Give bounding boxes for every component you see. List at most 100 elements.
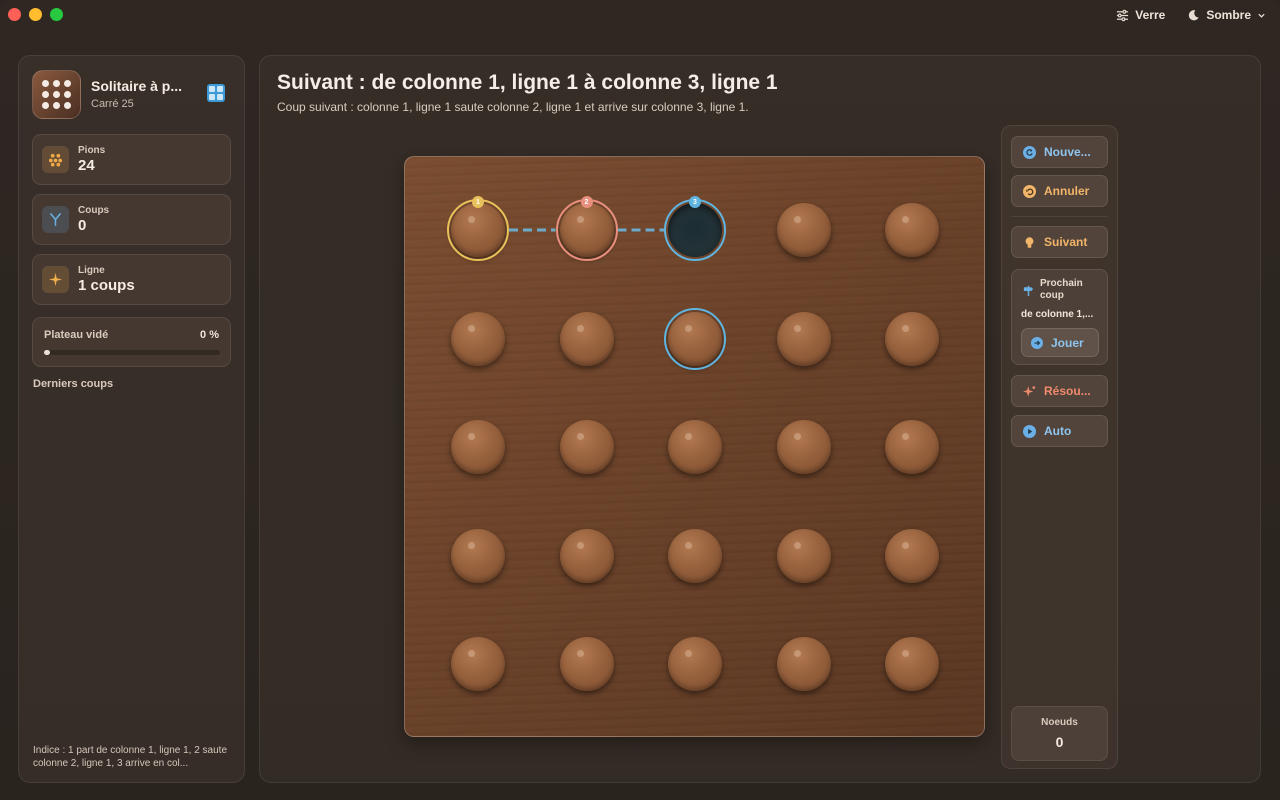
board-hole[interactable] — [556, 525, 618, 587]
board-hole[interactable]: 2 — [555, 196, 618, 261]
board-hole[interactable]: 3 — [664, 196, 726, 261]
next-move-card: Prochain coup de colonne 1,... Jouer — [1011, 269, 1108, 365]
window-controls — [8, 8, 63, 21]
peg[interactable] — [776, 420, 831, 474]
minimize-window-button[interactable] — [29, 8, 42, 21]
board-hole[interactable] — [447, 416, 509, 478]
board-hole[interactable] — [881, 525, 943, 587]
peg[interactable] — [885, 311, 939, 366]
peg[interactable] — [776, 311, 831, 366]
board-hole[interactable] — [773, 525, 835, 587]
step-badge: 2 — [580, 196, 593, 208]
board-hole[interactable] — [881, 199, 943, 261]
page-title: Suivant : de colonne 1, ligne 1 à colonn… — [277, 71, 778, 94]
sparkle-icon — [42, 266, 69, 293]
new-game-button[interactable]: Nouve... — [1011, 136, 1108, 168]
app-logo-icon — [32, 69, 81, 119]
lightbulb-icon — [1023, 236, 1036, 249]
nodes-label: Noeuds — [1041, 717, 1078, 728]
nodes-counter: Noeuds 0 — [1011, 706, 1108, 761]
peg[interactable] — [451, 528, 505, 583]
board-hole[interactable] — [773, 199, 835, 261]
peg[interactable] — [668, 420, 722, 474]
peg[interactable] — [559, 637, 614, 691]
stat-card-pegs: Pions 24 — [32, 134, 231, 185]
peg[interactable] — [451, 311, 505, 366]
board-hole[interactable] — [447, 525, 509, 587]
stat-card-moves: Coups 0 — [32, 194, 231, 245]
board-picker-button[interactable] — [207, 84, 225, 102]
peg[interactable] — [559, 311, 614, 366]
peg[interactable] — [885, 203, 939, 257]
auto-play-button[interactable]: Auto — [1011, 415, 1108, 447]
controls-panel: Nouve... Annuler Suivant Prochain coup d… — [1001, 125, 1118, 769]
peg[interactable] — [451, 420, 505, 474]
moon-icon — [1189, 9, 1199, 20]
glass-style-button[interactable]: Verre — [1112, 6, 1169, 24]
peg[interactable] — [885, 420, 939, 474]
peg[interactable] — [776, 637, 831, 691]
game-board[interactable]: 1 2 3 — [404, 156, 985, 737]
board-hole[interactable] — [664, 307, 726, 370]
page-subtitle: Coup suivant : colonne 1, ligne 1 saute … — [277, 100, 749, 114]
board-hole[interactable] — [556, 308, 618, 370]
signpost-icon — [1023, 285, 1034, 297]
board-hole[interactable] — [664, 633, 726, 695]
peg[interactable] — [451, 637, 505, 691]
stat-value: 1 coups — [78, 277, 135, 294]
recent-moves-title: Derniers coups — [33, 378, 114, 390]
peg[interactable] — [885, 637, 939, 691]
board-hole[interactable] — [664, 416, 726, 478]
sidebar: Solitaire à p... Carré 25 Pions 24 Coups… — [18, 55, 245, 783]
board-hole[interactable] — [881, 633, 943, 695]
board-hole[interactable]: 1 — [447, 196, 509, 261]
stat-card-line: Ligne 1 coups — [32, 254, 231, 305]
board-hole[interactable] — [556, 633, 618, 695]
button-label: Suivant — [1044, 235, 1088, 249]
stat-label: Ligne — [78, 265, 105, 276]
peg[interactable] — [559, 420, 614, 474]
divider — [1011, 216, 1108, 217]
play-move-button[interactable]: Jouer — [1021, 328, 1099, 357]
stat-value: 24 — [78, 157, 95, 174]
board-hole[interactable] — [447, 633, 509, 695]
stat-value: 0 — [78, 217, 87, 234]
peg[interactable] — [776, 528, 831, 583]
undo-button[interactable]: Annuler — [1011, 175, 1108, 207]
peg[interactable] — [668, 637, 722, 691]
button-label: Résou... — [1044, 384, 1091, 398]
step-badge: 3 — [689, 196, 701, 208]
board-hole[interactable] — [556, 416, 618, 478]
arrow-right-icon — [1031, 336, 1043, 349]
peg[interactable] — [885, 528, 939, 583]
button-label: Auto — [1044, 424, 1072, 438]
next-move-text: de colonne 1,... — [1021, 309, 1094, 320]
highlight-ring — [664, 307, 726, 370]
progress-value: 0 % — [200, 329, 219, 341]
board-hole[interactable] — [664, 525, 726, 587]
chevron-down-icon — [1258, 13, 1265, 18]
peg[interactable] — [668, 528, 722, 583]
board-hole[interactable] — [773, 633, 835, 695]
board-hole[interactable] — [773, 308, 835, 370]
app-window: Verre Sombre Solitaire à p... Carré 25 P… — [0, 0, 1280, 800]
board-hole[interactable] — [447, 308, 509, 370]
play-icon — [1023, 424, 1036, 438]
branch-icon — [42, 206, 69, 233]
glass-style-label: Verre — [1135, 8, 1166, 22]
button-label: Jouer — [1051, 335, 1084, 350]
peg[interactable] — [776, 203, 831, 257]
board-hole[interactable] — [881, 308, 943, 370]
next-hint-button[interactable]: Suivant — [1011, 226, 1108, 258]
solve-button[interactable]: Résou... — [1011, 375, 1108, 407]
theme-select[interactable]: Sombre — [1183, 6, 1270, 24]
board-hole[interactable] — [881, 416, 943, 478]
peg[interactable] — [559, 528, 614, 583]
refresh-icon — [1023, 145, 1036, 159]
board-hole[interactable] — [773, 416, 835, 478]
board-cleared-progress: Plateau vidé 0 % — [32, 317, 231, 367]
undo-icon — [1023, 184, 1036, 198]
next-move-title: Prochain coup — [1040, 278, 1083, 301]
close-window-button[interactable] — [8, 8, 21, 21]
zoom-window-button[interactable] — [50, 8, 63, 21]
